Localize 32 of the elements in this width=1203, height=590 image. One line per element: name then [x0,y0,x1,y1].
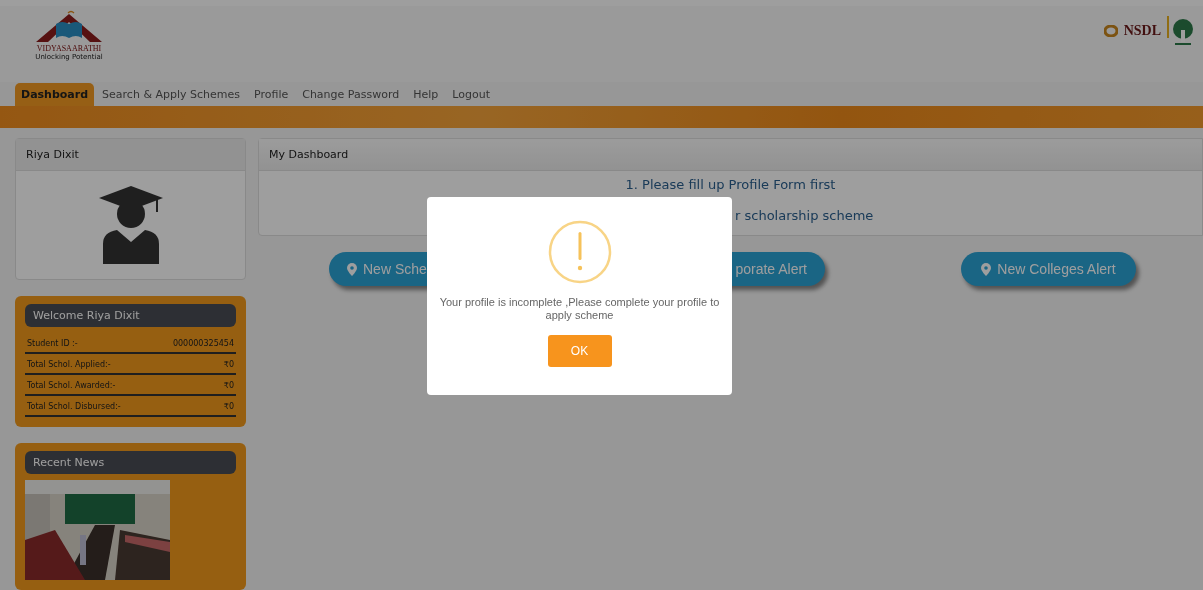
stat-label: Total Schol. Awarded:- [27,381,116,390]
nav-tab[interactable]: Search & Apply Schemes [96,83,246,106]
instruction-text: r scholarship scheme [735,208,875,223]
nav-tab[interactable]: Logout [446,83,496,106]
ring-logo-icon [1103,25,1118,37]
card-title: Recent News [25,451,236,474]
alert-button[interactable]: New Colleges Alert [961,252,1136,286]
partner-logo: NSDL [1123,23,1161,39]
stat-value: ₹0 [223,402,234,411]
ok-button[interactable]: OK [547,335,612,367]
stat-label: Total Schol. Applied:- [27,360,111,369]
tree-emblem-icon [1167,16,1193,46]
map-pin-icon [981,262,992,276]
logo-name: VIDYASAARATHI [36,44,102,53]
stat-value: ₹0 [223,360,234,369]
profile-name: Riya Dixit [16,139,245,171]
nav-tab[interactable]: Profile [248,83,295,106]
stat-label: Total Schol. Disbursed:- [27,402,121,411]
stat-label: Student ID :- [27,339,78,348]
card-title: Welcome Riya Dixit [25,304,236,327]
book-tent-logo-icon [34,10,104,44]
warning-icon [547,220,612,284]
nav-tab[interactable]: Help [407,83,445,106]
stat-value: 000000325454 [172,339,234,348]
nav-tab[interactable]: Change Password [296,83,406,106]
dialog-message: Your profile is incomplete ,Please complete your profile to apply scheme [438,296,721,322]
graduate-avatar-icon [98,186,163,264]
nav-tab[interactable]: Dashboard [15,83,95,106]
instruction-text: 1. Please fill up Profile Form first [625,177,836,192]
map-pin-icon [347,262,357,276]
stat-value: ₹0 [223,381,234,390]
panel-title: My Dashboard [259,139,1202,171]
